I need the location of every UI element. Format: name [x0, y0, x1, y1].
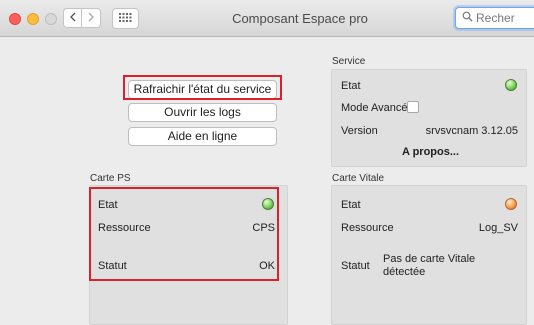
zoom-window-button[interactable] [45, 13, 57, 25]
carte-ps-statut-value: OK [259, 260, 275, 272]
carte-ps-group-label: Carte PS [90, 173, 131, 184]
search-field[interactable]: Recher [455, 7, 534, 29]
service-status-led-icon [505, 79, 517, 91]
carte-vitale-status-led-icon [505, 198, 517, 210]
service-group-label: Service [332, 56, 366, 67]
service-etat-label: Etat [341, 80, 361, 92]
carte-vitale-etat-label: Etat [341, 199, 361, 211]
open-logs-button[interactable]: Ouvrir les logs [128, 103, 277, 122]
service-version-value: srvsvcnam 3.12.05 [425, 125, 518, 137]
online-help-button[interactable]: Aide en ligne [128, 127, 277, 146]
chevron-right-icon [87, 12, 95, 25]
carte-vitale-statut-label: Statut [341, 260, 370, 272]
chevron-left-icon [69, 12, 77, 25]
mode-avance-checkbox-icon[interactable] [407, 101, 419, 113]
carte-ps-statut-label: Statut [98, 260, 127, 272]
carte-vitale-group-label: Carte Vitale [332, 173, 385, 184]
refresh-highlight-box [123, 75, 282, 100]
close-window-button[interactable] [9, 13, 21, 25]
carte-vitale-ressource-value: Log_SV [478, 222, 518, 234]
carte-vitale-statut-value-line1: Pas de carte Vitale [383, 253, 476, 265]
mode-avance-label: Mode Avancé [341, 102, 408, 114]
carte-ps-status-led-icon [262, 198, 274, 210]
search-placeholder: Recher [476, 11, 515, 25]
back-button[interactable] [63, 8, 82, 28]
search-icon [462, 11, 473, 25]
apropos-link[interactable]: A propos... [402, 146, 459, 158]
carte-vitale-statut-value-line2: détectée [383, 266, 426, 278]
nav-back-forward [63, 8, 103, 29]
window-title: Composant Espace pro [232, 11, 368, 26]
carte-ps-etat-label: Etat [98, 199, 118, 211]
grid-icon [119, 12, 132, 25]
carte-ps-ressource-label: Ressource [98, 222, 151, 234]
carte-vitale-ressource-label: Ressource [341, 222, 394, 234]
minimize-window-button[interactable] [27, 13, 39, 25]
carte-ps-ressource-value: CPS [252, 222, 275, 234]
window-titlebar: Composant Espace pro Recher [0, 0, 534, 37]
service-version-label: Version [341, 125, 378, 137]
show-all-button[interactable] [112, 8, 139, 29]
forward-button[interactable] [82, 8, 101, 28]
